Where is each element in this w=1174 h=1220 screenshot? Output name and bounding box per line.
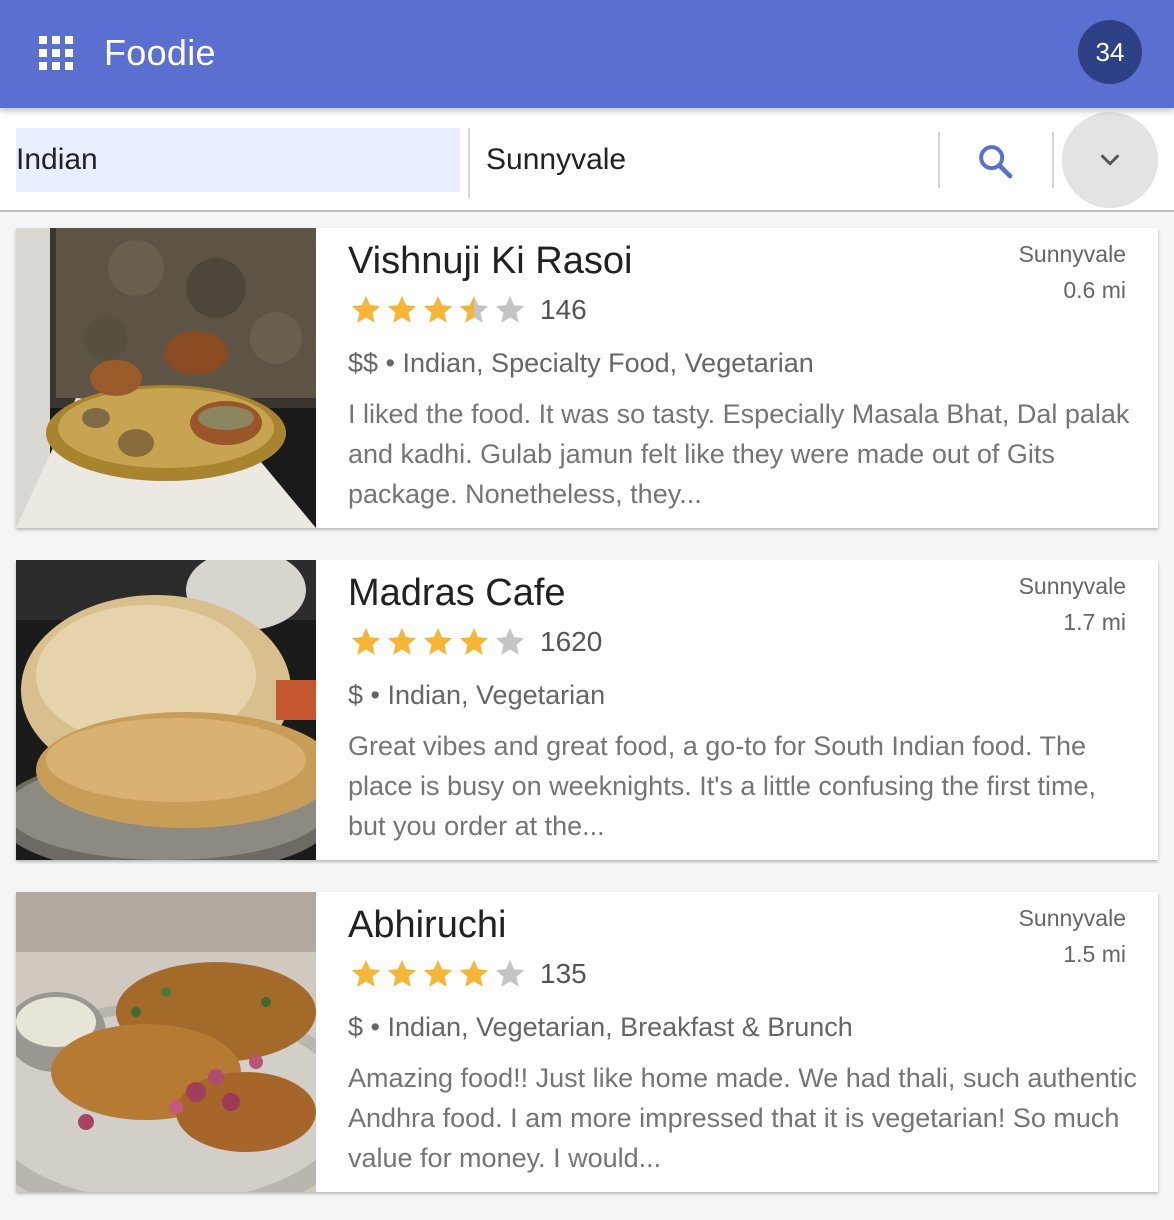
review-count: 135 (540, 958, 587, 989)
restaurant-card[interactable]: Madras Cafe 1620 $ • Indian, Vegetarian … (16, 560, 1158, 860)
star-icon (495, 295, 525, 323)
restaurant-name[interactable]: Abhiruchi (348, 902, 506, 948)
star-icon (387, 959, 417, 987)
search-button[interactable] (966, 136, 1024, 186)
cuisine-search-input[interactable]: Indian (16, 128, 460, 192)
divider (468, 128, 470, 198)
star-icon (459, 627, 489, 655)
expand-filters-button[interactable] (1062, 112, 1158, 208)
distance-label: 1.5 mi (1063, 941, 1126, 967)
restaurant-photo (16, 892, 316, 1192)
restaurant-photo (16, 560, 316, 860)
star-icon (387, 295, 417, 323)
city-label: Sunnyvale (1018, 905, 1126, 931)
star-icon (423, 295, 453, 323)
apps-grid-icon[interactable] (39, 36, 73, 70)
star-icon (459, 959, 489, 987)
star-icon (495, 627, 525, 655)
restaurant-name[interactable]: Madras Cafe (348, 570, 566, 616)
star-icon (351, 959, 381, 987)
search-icon (979, 145, 1013, 179)
review-snippet: Amazing food!! Just like home made. We h… (348, 1063, 1137, 1173)
star-icon (459, 295, 489, 323)
restaurant-card[interactable]: Vishnuji Ki Rasoi 146 $$ • Indian, Speci… (16, 228, 1158, 528)
restaurant-name[interactable]: Vishnuji Ki Rasoi (348, 238, 632, 284)
review-snippet: Great vibes and great food, a go-to for … (348, 731, 1097, 841)
star-icon (387, 627, 417, 655)
price-categories: $ • Indian, Vegetarian (348, 680, 606, 710)
app-title: Foodie (104, 32, 216, 73)
search-bar: Indian Sunnyvale (0, 108, 1174, 212)
chevron-down-icon (1101, 154, 1119, 166)
star-rating: 146 (348, 292, 587, 328)
review-count: 146 (540, 294, 587, 325)
restaurant-photo (16, 228, 316, 528)
location-input[interactable]: Sunnyvale (486, 128, 926, 192)
star-icon (495, 959, 525, 987)
review-count: 1620 (540, 626, 603, 657)
star-icon (423, 959, 453, 987)
divider (938, 132, 940, 188)
price-categories: $$ • Indian, Specialty Food, Vegetarian (348, 348, 814, 378)
star-icon (351, 295, 381, 323)
price-categories: $ • Indian, Vegetarian, Breakfast & Brun… (348, 1012, 853, 1042)
star-icon (351, 627, 381, 655)
review-snippet: I liked the food. It was so tasty. Espec… (348, 399, 1130, 509)
distance-label: 0.6 mi (1063, 277, 1126, 303)
city-label: Sunnyvale (1018, 241, 1126, 267)
distance-label: 1.7 mi (1063, 609, 1126, 635)
app-bar: Foodie 34 (0, 0, 1174, 108)
divider (1052, 132, 1054, 188)
star-rating: 1620 (348, 624, 602, 660)
count-badge[interactable]: 34 (1078, 20, 1142, 84)
star-icon (423, 627, 453, 655)
city-label: Sunnyvale (1018, 573, 1126, 599)
star-rating: 135 (348, 956, 587, 992)
restaurant-card[interactable]: Abhiruchi 135 $ • Indian, Vegetarian, Br… (16, 892, 1158, 1192)
